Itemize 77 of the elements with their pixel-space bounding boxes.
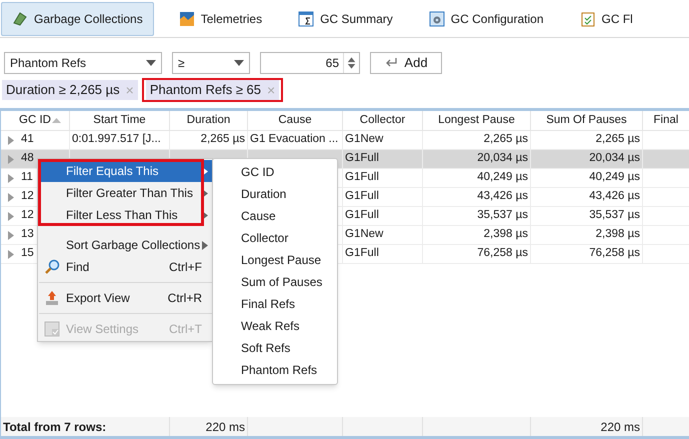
table-cell-text: 2,265 µs — [200, 132, 245, 148]
add-button[interactable]: Add — [370, 52, 442, 74]
table-cell-text: 35,537 µs — [477, 208, 528, 224]
table-cell-text: 76,258 µs — [477, 246, 528, 262]
table-cell-text: 2,398 µs — [484, 227, 528, 242]
chart-icon — [178, 10, 195, 26]
attribute-dropdown[interactable]: Phantom Refs — [4, 52, 162, 74]
value-spinner[interactable]: 65 — [260, 52, 360, 74]
table-cell-text: G1Full — [345, 151, 379, 166]
menu-item[interactable]: Phantom Refs — [213, 359, 337, 381]
table-cell-text: 2,398 µs — [596, 227, 640, 242]
table-cell-text: G1Full — [345, 189, 379, 204]
table-cell-text: 40,249 µs — [477, 170, 528, 186]
table-cell-text: 2,265 µs — [484, 132, 528, 148]
menu-item-label: Export View — [66, 290, 131, 307]
tab[interactable]: GC Configuration — [418, 2, 554, 36]
checkbox-icon — [44, 321, 60, 337]
column-header[interactable]: GC ID — [1, 111, 70, 131]
table-cell-text: 2,265 µs — [596, 132, 640, 148]
dropdown-arrow-icon — [234, 60, 244, 66]
table-cell-text: 12 — [21, 208, 34, 224]
footer-total: 220 ms — [206, 418, 245, 436]
column-header[interactable]: Duration — [170, 111, 248, 131]
table-cell-text: 40,249 µs — [589, 170, 640, 186]
column-header[interactable]: Longest Pause — [423, 111, 531, 131]
menu-item[interactable]: Cause — [213, 205, 337, 227]
table-cell-text: 20,034 µs — [589, 151, 640, 166]
return-arrow-icon — [384, 57, 398, 69]
column-header[interactable]: Final — [643, 111, 689, 131]
table-cell-text: 0:01.997.517 [J... — [72, 132, 161, 148]
table-cell-text: 48 — [21, 151, 34, 166]
submenu-arrow-icon — [202, 240, 208, 250]
gear-icon — [428, 10, 445, 26]
table-cell-text: G1New — [345, 132, 384, 148]
tab[interactable]: Telemetries — [168, 2, 274, 36]
footer-total: 220 ms — [600, 418, 640, 436]
table-cell-text: G1Full — [345, 208, 379, 224]
menu-item[interactable]: Soft Refs — [213, 337, 337, 359]
filter-chip-label: Phantom Refs ≥ 65 — [150, 81, 262, 100]
column-header[interactable]: Sum Of Pauses — [531, 111, 643, 131]
tab[interactable]: GC Summary — [287, 2, 404, 36]
table-cell-text: 43,426 µs — [477, 189, 528, 204]
tab[interactable]: GC Fl — [568, 2, 644, 36]
menu-item[interactable]: Sum of Pauses — [213, 271, 337, 293]
operator-dropdown[interactable]: ≥ — [172, 52, 250, 74]
table-cell-text: 76,258 µs — [589, 246, 640, 262]
tab[interactable]: Garbage Collections — [1, 2, 154, 36]
footer-label: Total from 7 rows: — [3, 418, 106, 436]
table-cell-text: G1Full — [345, 170, 379, 186]
table-cell-text: 11 — [21, 170, 33, 186]
menu-item-label: View Settings — [66, 321, 140, 338]
column-header[interactable]: Cause — [248, 111, 343, 131]
table-cell-text: 35,537 µs — [589, 208, 640, 224]
column-header[interactable]: Collector — [343, 111, 423, 131]
table-cell-text: 13 — [21, 227, 34, 242]
sort-up-icon — [52, 118, 61, 123]
menu-item[interactable]: Final Refs — [213, 293, 337, 315]
table-cell-text: 41 — [21, 132, 34, 148]
shortcut-label: Ctrl+R — [168, 290, 202, 307]
table-sum-icon — [298, 10, 314, 26]
table-cell-text: G1New — [345, 227, 384, 242]
upload-icon — [44, 290, 60, 306]
shortcut-label: Ctrl+T — [169, 321, 202, 338]
magnifier-icon — [44, 259, 60, 275]
dropdown-arrow-icon — [146, 60, 156, 66]
table-cell-text: 12 — [21, 189, 34, 204]
leaf-icon — [12, 10, 28, 26]
menu-item[interactable]: Export View Ctrl+R — [38, 287, 212, 309]
table-cell-text: 43,426 µs — [589, 189, 640, 204]
table-cell-text: 15 — [21, 246, 34, 262]
column-header[interactable]: Start Time — [70, 111, 170, 131]
table-cell-text: 20,034 µs — [477, 151, 528, 166]
clipboard-icon — [580, 10, 596, 26]
table-cell-text: G1Full — [345, 246, 379, 262]
filter-chip-label: Duration ≥ 2,265 µs — [6, 81, 120, 100]
menu-item[interactable]: Weak Refs — [213, 315, 337, 337]
table-cell-text: G1 Evacuation ... — [250, 132, 338, 148]
